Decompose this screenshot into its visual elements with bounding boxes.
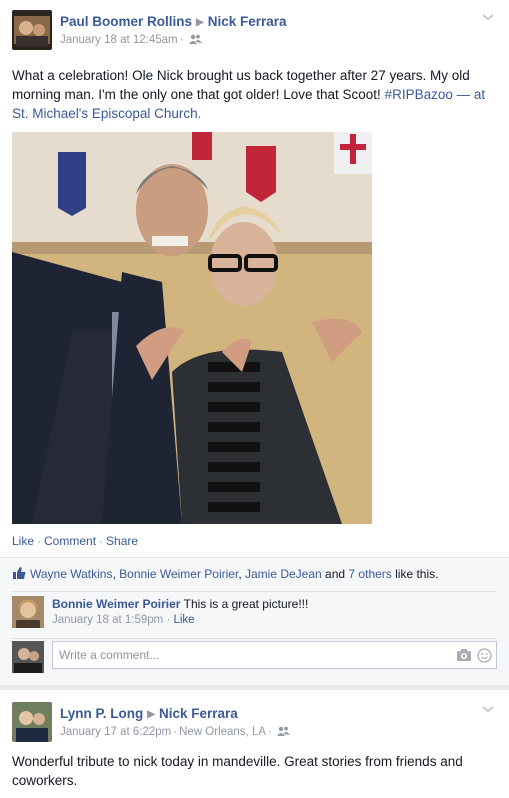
- arrow-right-icon: ▶: [196, 17, 204, 28]
- comment-composer: Write a comment...: [12, 638, 497, 673]
- post-author-line: Lynn P. Long ▶ Nick Ferrara: [60, 706, 238, 721]
- friends-audience-icon[interactable]: [277, 726, 291, 736]
- comment-like-link[interactable]: Like: [173, 614, 194, 626]
- liker-name[interactable]: Bonnie Weimer Poirier: [119, 567, 238, 581]
- separator: ·: [268, 726, 272, 738]
- post-text: What a celebration! Ole Nick brought us …: [12, 66, 495, 123]
- post-header: Lynn P. Long ▶ Nick Ferrara January 17 at …: [12, 702, 497, 746]
- post-timestamp[interactable]: January 17 at 6:22pm: [60, 726, 171, 738]
- separator: ·: [37, 534, 42, 548]
- comment-link[interactable]: Comment: [44, 534, 96, 548]
- separator: ·: [179, 34, 184, 46]
- target-name[interactable]: Nick Ferrara: [208, 14, 287, 29]
- author-name[interactable]: Lynn P. Long: [60, 706, 143, 721]
- commenter-avatar[interactable]: [12, 596, 44, 628]
- comment-meta: January 18 at 1:59pm · Like: [52, 614, 195, 626]
- liker-name[interactable]: Jamie DeJean: [245, 567, 322, 581]
- feedback-section: Wayne Watkins, Bonnie Weimer Poirier, Ja…: [0, 557, 509, 685]
- feed-post: Lynn P. Long ▶ Nick Ferrara January 17 at …: [0, 690, 509, 798]
- post-actions: Like · Comment · Share: [12, 534, 138, 548]
- like-link[interactable]: Like: [12, 534, 34, 548]
- post-meta: January 17 at 6:22pm · New Orleans, LA ·: [60, 726, 291, 738]
- author-avatar[interactable]: [12, 10, 52, 50]
- comment-line: Bonnie Weimer Poirier This is a great pi…: [52, 597, 308, 611]
- target-name[interactable]: Nick Ferrara: [159, 706, 238, 721]
- comment-item: Bonnie Weimer Poirier This is a great pi…: [12, 596, 497, 630]
- likes-suffix: like this.: [395, 567, 439, 581]
- author-name[interactable]: Paul Boomer Rollins: [60, 14, 192, 29]
- viewer-avatar: [12, 641, 44, 673]
- likes-summary: Wayne Watkins, Bonnie Weimer Poirier, Ja…: [12, 558, 497, 592]
- chevron-down-icon[interactable]: [481, 12, 495, 22]
- separator: ·: [99, 534, 104, 548]
- post-body: Wonderful tribute to nick today in mande…: [12, 754, 463, 788]
- camera-icon[interactable]: [456, 648, 472, 662]
- comment-input[interactable]: Write a comment...: [52, 641, 497, 669]
- friends-audience-icon[interactable]: [188, 34, 202, 44]
- author-avatar[interactable]: [12, 702, 52, 742]
- post-meta: January 18 at 12:45am ·: [60, 34, 202, 46]
- place-link[interactable]: St. Michael's Episcopal Church.: [12, 106, 201, 121]
- likes-and: and: [325, 567, 346, 581]
- post-text: Wonderful tribute to nick today in mande…: [12, 752, 495, 790]
- hashtag-link[interactable]: #RIPBazoo: [385, 87, 453, 102]
- post-location[interactable]: New Orleans, LA: [179, 726, 266, 738]
- comment-timestamp[interactable]: January 18 at 1:59pm: [52, 614, 163, 626]
- post-photo[interactable]: [12, 132, 372, 524]
- share-link[interactable]: Share: [106, 534, 138, 548]
- commenter-name[interactable]: Bonnie Weimer Poirier: [52, 597, 180, 611]
- comment-placeholder: Write a comment...: [59, 648, 160, 662]
- emoji-icon[interactable]: [477, 648, 492, 663]
- post-timestamp[interactable]: January 18 at 12:45am: [60, 34, 178, 46]
- thumbs-up-icon: [13, 567, 26, 579]
- at-label: at: [473, 87, 486, 102]
- comment-text: This is a great picture!!!: [183, 597, 309, 611]
- separator: ·: [173, 726, 178, 738]
- others-link[interactable]: 7 others: [348, 567, 391, 581]
- chevron-down-icon[interactable]: [481, 704, 495, 714]
- feed-post: Paul Boomer Rollins ▶ Nick Ferrara January…: [0, 0, 509, 685]
- separator: ·: [163, 614, 174, 626]
- at-dash: —: [456, 87, 471, 102]
- post-header: Paul Boomer Rollins ▶ Nick Ferrara January…: [12, 10, 497, 54]
- post-author-line: Paul Boomer Rollins ▶ Nick Ferrara: [60, 14, 287, 29]
- liker-name[interactable]: Wayne Watkins: [30, 567, 112, 581]
- arrow-right-icon: ▶: [147, 709, 155, 720]
